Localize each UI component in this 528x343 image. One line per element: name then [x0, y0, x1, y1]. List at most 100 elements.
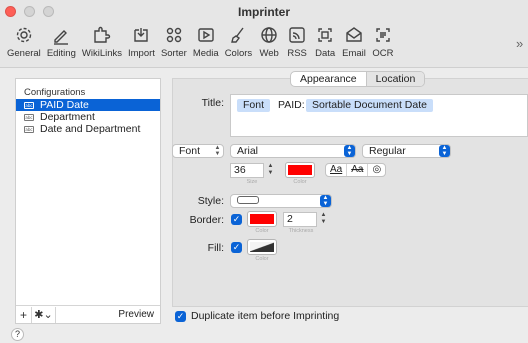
- toolbar-sorter[interactable]: Sorter: [158, 24, 190, 64]
- configuration-item-label: Department: [40, 111, 95, 123]
- fill-checkbox[interactable]: ✓: [231, 242, 242, 253]
- toolbar-editing[interactable]: Editing: [44, 24, 79, 64]
- preview-button[interactable]: Preview: [118, 309, 154, 320]
- toolbar-media[interactable]: Media: [190, 24, 222, 64]
- toolbar-data[interactable]: Data: [311, 24, 339, 64]
- font-style-value: Regular: [369, 145, 406, 157]
- border-checkbox[interactable]: ✓: [231, 214, 242, 225]
- rounded-rect-style-icon: [237, 196, 259, 204]
- toolbar-rss-label: RSS: [287, 48, 307, 59]
- text-decoration-control: Aa Aa ◎: [325, 163, 387, 177]
- size-caption: Size: [246, 179, 258, 185]
- toolbar-import[interactable]: Import: [125, 24, 158, 64]
- envelope-icon: [343, 24, 365, 46]
- font-selector-popup[interactable]: Font ▲ ▼: [172, 144, 224, 158]
- configuration-item-label: Date and Department: [40, 123, 141, 135]
- toolbar-email-label: Email: [342, 48, 366, 59]
- rss-icon: [286, 24, 308, 46]
- font-size-field[interactable]: 36: [230, 163, 264, 178]
- font-selector-label: Font: [179, 145, 201, 157]
- font-size-stepper[interactable]: ▲ ▼: [266, 163, 275, 178]
- border-color-caption: Color: [255, 228, 269, 234]
- toolbar-wikilinks[interactable]: WikiLinks: [79, 24, 125, 64]
- configuration-item[interactable]: abc Department: [16, 111, 160, 123]
- title-label: Title:: [201, 97, 224, 109]
- chevron-updown-icon: ▲ ▼: [320, 195, 331, 207]
- style-label: Style:: [197, 195, 224, 207]
- fill-color-caption: Color: [255, 256, 269, 262]
- font-style-popup[interactable]: Regular ▲ ▼: [362, 144, 451, 158]
- fill-color-well[interactable]: [247, 239, 277, 255]
- font-family-popup[interactable]: Arial ▲ ▼: [230, 144, 356, 158]
- configurations-panel: Configurations abc PAID Date abc Departm…: [15, 78, 161, 324]
- configuration-item[interactable]: abc PAID Date: [16, 99, 160, 111]
- border-thickness-field[interactable]: 2: [283, 212, 317, 227]
- configuration-item[interactable]: abc Date and Department: [16, 123, 160, 135]
- title-text: PAID:: [278, 99, 305, 111]
- font-family-value: Arial: [237, 145, 259, 157]
- tab-appearance[interactable]: Appearance: [291, 72, 366, 86]
- gear-menu-button[interactable]: ✱⌄: [32, 306, 56, 323]
- duplicate-option[interactable]: ✓ Duplicate item before Imprinting: [175, 310, 339, 322]
- configurations-header: Configurations: [24, 87, 86, 98]
- pencil-icon: [50, 24, 72, 46]
- chevron-updown-icon: ▲ ▼: [344, 145, 355, 157]
- window-title: Imprinter: [237, 5, 290, 19]
- style-popup[interactable]: ▲ ▼: [230, 194, 332, 208]
- toolbar-data-label: Data: [315, 48, 336, 59]
- duplicate-label: Duplicate item before Imprinting: [191, 310, 340, 322]
- configurations-footer: + ✱⌄ Preview: [16, 305, 160, 323]
- media-icon: [195, 24, 217, 46]
- outline-toggle[interactable]: ◎: [368, 164, 385, 176]
- text-field-icon: abc: [24, 113, 34, 121]
- text-field-icon: abc: [24, 101, 34, 109]
- toolbar-web[interactable]: Web: [255, 24, 283, 64]
- toolbar-sorter-label: Sorter: [160, 48, 187, 59]
- puzzle-icon: [91, 24, 113, 46]
- help-button[interactable]: ?: [11, 328, 24, 341]
- globe-icon: [258, 24, 280, 46]
- preferences-window: Imprinter General Editing WikiLinks Impo…: [0, 0, 528, 343]
- toolbar-ocr-label: OCR: [372, 48, 394, 59]
- preferences-toolbar: General Editing WikiLinks Import Sorter …: [4, 24, 397, 64]
- toolbar-editing-label: Editing: [46, 48, 76, 59]
- toolbar-general-label: General: [7, 48, 41, 59]
- toolbar-colors[interactable]: Colors: [222, 24, 255, 64]
- fill-label: Fill:: [207, 242, 224, 254]
- toolbar-email[interactable]: Email: [339, 24, 369, 64]
- toolbar-media-label: Media: [192, 48, 219, 59]
- sorter-icon: [163, 24, 185, 46]
- configurations-list: abc PAID Date abc Department abc Date an…: [16, 99, 160, 135]
- border-color-well[interactable]: [247, 211, 277, 227]
- add-configuration-button[interactable]: +: [16, 306, 32, 323]
- chevron-updown-icon: ▲ ▼: [439, 145, 450, 157]
- toolbar-ocr[interactable]: OCR: [369, 24, 397, 64]
- title-field[interactable]: Font PAID: Sortable Document Date: [230, 94, 528, 137]
- toolbar-overflow-button[interactable]: »: [516, 36, 523, 51]
- toolbar-rss[interactable]: RSS: [283, 24, 311, 64]
- import-icon: [130, 24, 152, 46]
- data-icon: [314, 24, 336, 46]
- toolbar-general[interactable]: General: [4, 24, 44, 64]
- font-color-well[interactable]: [285, 162, 315, 178]
- toolbar-web-label: Web: [259, 48, 279, 59]
- toolbar-wikilinks-label: WikiLinks: [81, 48, 122, 59]
- underline-toggle[interactable]: Aa: [326, 164, 348, 176]
- tab-bar: Appearance Location: [290, 71, 426, 87]
- border-thickness-stepper[interactable]: ▲ ▼: [319, 212, 328, 227]
- configuration-item-label: PAID Date: [40, 99, 89, 111]
- text-field-icon: abc: [24, 125, 34, 133]
- ocr-icon: [372, 24, 394, 46]
- tab-location[interactable]: Location: [365, 72, 425, 86]
- sortable-date-token[interactable]: Sortable Document Date: [306, 99, 433, 112]
- paintbrush-icon: [227, 24, 249, 46]
- chevron-updown-icon: ▲ ▼: [214, 145, 221, 157]
- border-label: Border:: [189, 214, 224, 226]
- duplicate-checkbox[interactable]: ✓: [175, 310, 186, 322]
- font-token[interactable]: Font: [237, 99, 271, 112]
- strikethrough-toggle[interactable]: Aa: [347, 164, 369, 176]
- thickness-caption: Thickness: [288, 228, 314, 234]
- font-color-fill: [288, 165, 312, 175]
- gear-icon: [13, 24, 35, 46]
- toolbar-colors-label: Colors: [224, 48, 253, 59]
